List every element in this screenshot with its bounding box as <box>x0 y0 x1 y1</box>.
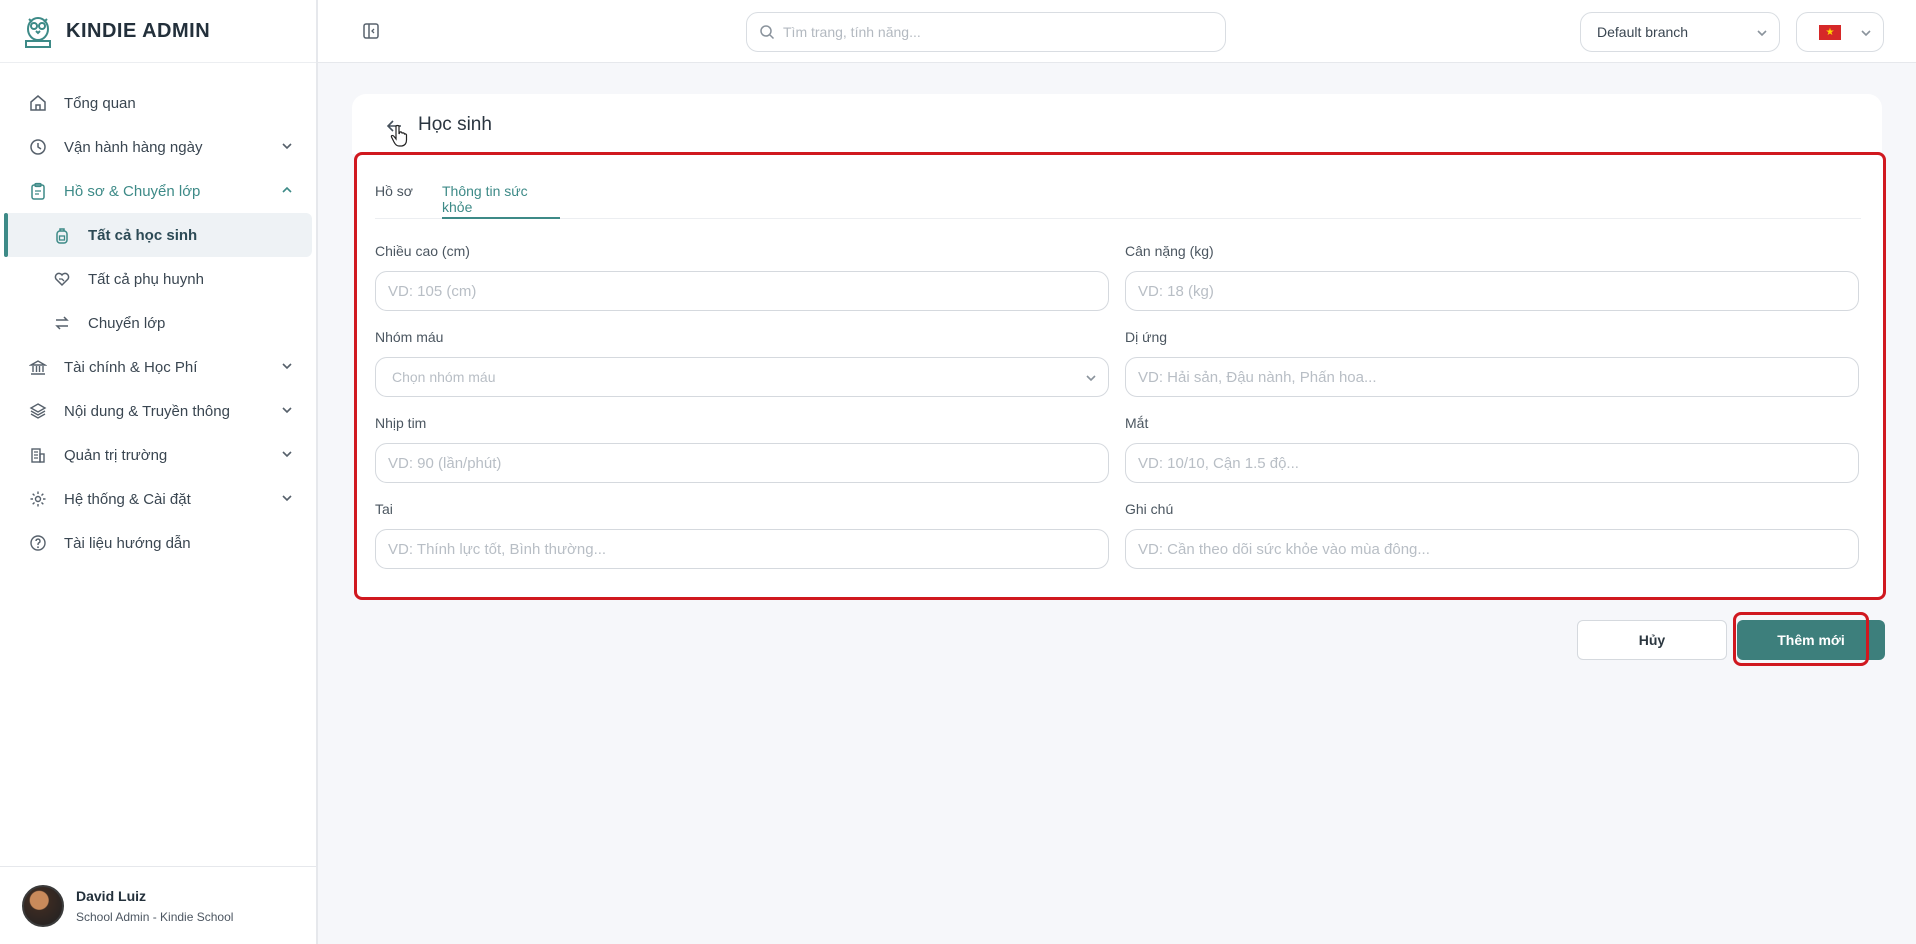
topbar: Default branch ★ <box>318 0 1916 63</box>
sidebar-item-label: Nội dung & Truyền thông <box>64 402 230 420</box>
heart-rate-field[interactable] <box>375 443 1109 483</box>
sidebar-toggle-icon[interactable] <box>362 22 380 40</box>
chevron-down-icon <box>1861 30 1871 37</box>
blood-type-placeholder: Chọn nhóm máu <box>392 369 496 385</box>
chevron-down-icon <box>1757 30 1767 37</box>
avatar <box>22 884 64 927</box>
sidebar-item-label: Quản trị trường <box>64 446 168 464</box>
branch-select[interactable]: Default branch <box>1580 12 1780 52</box>
user-info: David Luiz School Admin - Kindie School <box>76 888 233 924</box>
page-header: Học sinh <box>352 94 1882 154</box>
sidebar-item-label: Tất cả phụ huynh <box>88 270 204 288</box>
chevron-up-icon <box>282 186 292 193</box>
help-icon <box>28 533 48 553</box>
user-profile[interactable]: David Luiz School Admin - Kindie School <box>0 866 316 944</box>
sidebar-item-records[interactable]: Hồ sơ & Chuyển lớp <box>0 169 316 213</box>
sidebar-item-label: Chuyển lớp <box>88 314 166 332</box>
sidebar-item-label: Vận hành hàng ngày <box>64 138 203 156</box>
notes-field[interactable] <box>1125 529 1859 569</box>
chevron-down-icon <box>282 143 292 150</box>
height-label: Chiều cao (cm) <box>375 243 470 259</box>
building-icon <box>28 445 48 465</box>
health-info-card: Hồ sơ Thông tin sức khỏe Chiều cao (cm) … <box>354 152 1886 600</box>
allergy-label: Dị ứng <box>1125 329 1168 345</box>
heart-rate-label: Nhịp tim <box>375 415 427 431</box>
layers-icon <box>28 401 48 421</box>
brand[interactable]: KINDIE ADMIN <box>0 0 316 63</box>
tab-health-info[interactable]: Thông tin sức khỏe <box>442 183 560 219</box>
ears-field[interactable] <box>375 529 1109 569</box>
sidebar-subnav: Tất cả học sinh Tất cả phụ huynh Chuyển … <box>0 213 316 345</box>
chevron-down-icon <box>1086 375 1096 382</box>
eyes-field[interactable] <box>1125 443 1859 483</box>
sidebar-item-settings[interactable]: Hệ thống & Cài đặt <box>0 477 316 521</box>
backpack-icon <box>52 225 72 245</box>
eyes-label: Mắt <box>1125 415 1149 431</box>
search-input[interactable] <box>783 24 1183 40</box>
user-role: School Admin - Kindie School <box>76 909 234 924</box>
blood-type-label: Nhóm máu <box>375 329 444 345</box>
sidebar-item-school-admin[interactable]: Quản trị trường <box>0 433 316 477</box>
sidebar-item-daily-operations[interactable]: Vận hành hàng ngày <box>0 125 316 169</box>
sidebar-item-label: Tài chính & Học Phí <box>64 358 198 376</box>
sidebar: KINDIE ADMIN Tổng quan Vận hành hàng ngà… <box>0 0 318 944</box>
clock-icon <box>28 137 48 157</box>
bank-icon <box>28 357 48 377</box>
branch-value: Default branch <box>1597 24 1689 40</box>
page-title: Học sinh <box>418 114 492 135</box>
sidebar-item-finance[interactable]: Tài chính & Học Phí <box>0 345 316 389</box>
sidebar-item-class-transfer[interactable]: Chuyển lớp <box>0 301 316 345</box>
sidebar-item-all-parents[interactable]: Tất cả phụ huynh <box>0 257 316 301</box>
language-select[interactable]: ★ <box>1796 12 1884 52</box>
swap-icon <box>52 313 72 333</box>
sidebar-item-all-students[interactable]: Tất cả học sinh <box>4 213 312 257</box>
chevron-down-icon <box>282 363 292 370</box>
ears-label: Tai <box>375 501 393 517</box>
sidebar-item-label: Tài liệu hướng dẫn <box>64 534 191 552</box>
home-icon <box>28 93 48 113</box>
chevron-down-icon <box>282 407 292 414</box>
allergy-field[interactable] <box>1125 357 1859 397</box>
notes-label: Ghi chú <box>1125 501 1174 517</box>
gear-icon <box>28 489 48 509</box>
height-field[interactable] <box>375 271 1109 311</box>
weight-field[interactable] <box>1125 271 1859 311</box>
tab-profile[interactable]: Hồ sơ <box>375 183 413 219</box>
add-button-highlight <box>1733 612 1869 666</box>
sidebar-item-label: Tổng quan <box>64 94 136 112</box>
vietnam-flag-icon: ★ <box>1819 25 1841 40</box>
sidebar-item-overview[interactable]: Tổng quan <box>0 81 316 125</box>
weight-label: Cân nặng (kg) <box>1125 243 1214 259</box>
clipboard-icon <box>28 181 48 201</box>
blood-type-select[interactable]: Chọn nhóm máu <box>375 357 1109 397</box>
sidebar-item-content[interactable]: Nội dung & Truyền thông <box>0 389 316 433</box>
sidebar-item-label: Hồ sơ & Chuyển lớp <box>64 182 201 200</box>
hand-cursor-icon <box>390 124 408 147</box>
sidebar-item-label: Tất cả học sinh <box>88 226 198 244</box>
search-box[interactable] <box>746 12 1226 52</box>
form-tabs: Hồ sơ Thông tin sức khỏe <box>375 183 1861 219</box>
user-name: David Luiz <box>76 887 147 904</box>
sidebar-item-docs[interactable]: Tài liệu hướng dẫn <box>0 521 316 565</box>
cancel-button[interactable]: Hủy <box>1577 620 1727 660</box>
chevron-down-icon <box>282 451 292 458</box>
sidebar-item-label: Hệ thống & Cài đặt <box>64 490 191 508</box>
owl-logo-icon <box>25 17 51 48</box>
chevron-down-icon <box>282 495 292 502</box>
heart-hand-icon <box>52 269 72 289</box>
search-icon <box>760 25 775 40</box>
sidebar-nav: Tổng quan Vận hành hàng ngày Hồ sơ & Chu… <box>0 63 316 565</box>
brand-name: KINDIE ADMIN <box>66 19 211 42</box>
